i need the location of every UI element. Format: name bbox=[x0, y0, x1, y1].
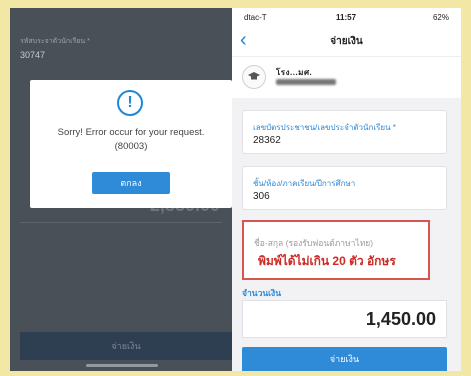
clock: 11:57 bbox=[336, 13, 357, 22]
home-indicator bbox=[86, 364, 158, 367]
name-placeholder: ชื่อ-สกุล (รองรับฟอนต์ภาษาไทย) bbox=[254, 238, 374, 248]
pay-button[interactable]: จ่ายเงิน bbox=[20, 332, 232, 360]
character-limit-note: พิมพ์ได้ไม่เกิน 20 ตัว อักษร bbox=[258, 254, 396, 268]
class-field[interactable]: ชั้น/ห้อง/ภาคเรียน/ปีการศึกษา 306 bbox=[242, 166, 447, 210]
id-field-label: เลขบัตรประชาชน/เลขประจำตัวนักเรียน * bbox=[253, 123, 396, 132]
exclamation-icon: ! bbox=[117, 90, 143, 116]
amount-field[interactable]: 1,450.00 bbox=[242, 300, 447, 338]
nav-header: ‹ จ่ายเงิน bbox=[232, 26, 461, 56]
school-profile: โรง...มศ. bbox=[232, 56, 461, 98]
left-phone-screen: รหัสบระจาตัวนักเรียน * 30747 2,850.00 จ่… bbox=[10, 8, 232, 371]
school-name: โรง...มศ. bbox=[276, 68, 313, 77]
status-bar bbox=[10, 8, 232, 28]
amount-label: จำนวนเงิน bbox=[242, 288, 282, 298]
battery-label: 62% bbox=[432, 13, 449, 22]
amount-value: 1,450.00 bbox=[365, 309, 436, 329]
error-dialog: ! Sorry! Error occur for your request. (… bbox=[30, 80, 232, 208]
divider bbox=[20, 222, 222, 223]
page-title: จ่ายเงิน bbox=[330, 36, 363, 47]
field-label: รหัสบระจาตัวนักเรียน * bbox=[20, 38, 90, 45]
carrier-label: dtac-T bbox=[244, 13, 267, 22]
class-field-value: 306 bbox=[253, 191, 270, 202]
error-message: Sorry! Error occur for your request. (80… bbox=[30, 126, 232, 154]
pay-button[interactable]: จ่ายเงิน bbox=[242, 347, 447, 371]
student-id-field: รหัสบระจาตัวนักเรียน * 30747 bbox=[20, 36, 220, 60]
right-phone-screen: dtac-T 11:57 62% ‹ จ่ายเงิน โรง...มศ. เล… bbox=[232, 8, 461, 371]
status-bar: dtac-T 11:57 62% bbox=[232, 8, 461, 26]
error-message-line1: Sorry! Error occur for your request. bbox=[57, 127, 205, 138]
id-field-value: 28362 bbox=[253, 135, 281, 146]
full-name-field[interactable]: ชื่อ-สกุล (รองรับฟอนต์ภาษาไทย) พิมพ์ได้ไ… bbox=[242, 220, 430, 280]
ok-button[interactable]: ตกลง bbox=[92, 172, 170, 194]
graduation-cap-icon bbox=[242, 65, 266, 89]
class-field-label: ชั้น/ห้อง/ภาคเรียน/ปีการศึกษา bbox=[253, 179, 356, 188]
id-number-field[interactable]: เลขบัตรประชาชน/เลขประจำตัวนักเรียน * 283… bbox=[242, 110, 447, 154]
field-value: 30747 bbox=[20, 50, 46, 60]
redacted-text bbox=[276, 79, 336, 85]
error-code: (80003) bbox=[114, 141, 148, 152]
